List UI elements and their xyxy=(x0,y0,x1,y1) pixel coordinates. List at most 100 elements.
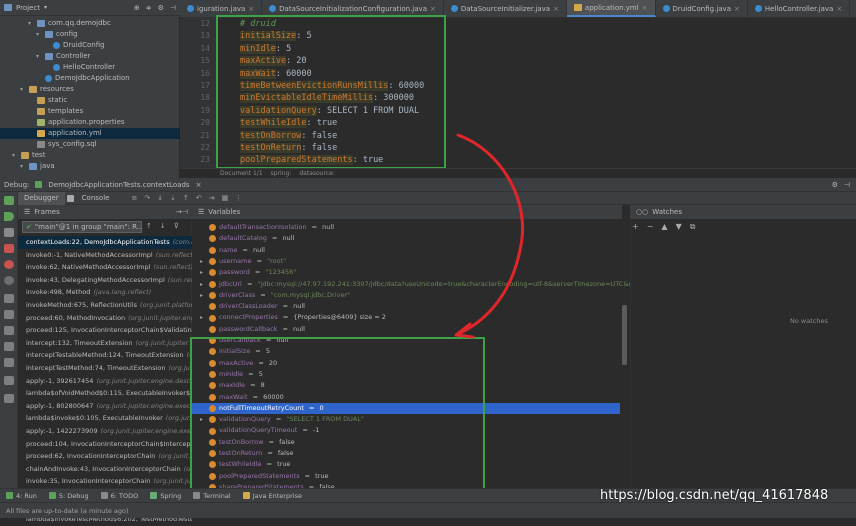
bottom-tool-button[interactable]: Terminal xyxy=(193,492,231,500)
stack-frame[interactable]: chainAndInvoke:43, InvocationInterceptor… xyxy=(18,463,192,476)
collapse-icon[interactable]: ≑ xyxy=(146,4,152,12)
tree-item[interactable]: HelloController xyxy=(0,62,180,73)
stack-frame[interactable]: lambda$invoke$0:105, ExecutableInvoker (o… xyxy=(18,412,192,425)
variable-row[interactable]: ▸ connectProperties = {Properties@6409} s… xyxy=(200,312,386,323)
resume-icon[interactable] xyxy=(4,212,14,221)
run-to-cursor-icon[interactable]: ⇥ xyxy=(209,194,215,202)
expand-icon[interactable]: ▸ xyxy=(200,256,206,267)
close-icon[interactable]: × xyxy=(836,5,842,13)
close-icon[interactable]: × xyxy=(642,4,648,12)
tree-item[interactable]: templates xyxy=(0,106,180,117)
variable-row[interactable]: ▸ username = "root" xyxy=(200,256,286,267)
tree-item[interactable]: ▾ test xyxy=(0,150,180,161)
tree-item[interactable]: ▾ resources xyxy=(0,84,180,95)
gear-icon[interactable]: ⚙ xyxy=(158,4,164,12)
stack-frame[interactable]: contextLoads:22, DemoJdbcApplicationTest… xyxy=(18,236,192,249)
restore-layout-icon[interactable] xyxy=(4,326,14,335)
tab-debugger[interactable]: Debugger xyxy=(18,191,65,205)
stack-frame[interactable]: lambda$ofVoidMethod$0:115, ExecutableInv… xyxy=(18,387,192,400)
editor-tab[interactable]: HelloController.java × xyxy=(748,0,851,17)
stack-frame[interactable]: proceed:62, InvocationInterceptorChain (o… xyxy=(18,450,192,463)
bottom-tool-button[interactable]: 4: Run xyxy=(6,492,37,500)
stack-frame[interactable]: invokeMethod:675, ReflectionUtils (org.ju… xyxy=(18,299,192,312)
stack-frame[interactable]: apply:-1, 1422273909 (org.junit.jupiter.e… xyxy=(18,425,192,438)
step-over-icon[interactable]: ↷ xyxy=(144,194,150,202)
variable-row[interactable]: name = null xyxy=(200,245,265,256)
rerun-icon[interactable] xyxy=(4,196,14,205)
settings-icon[interactable] xyxy=(4,342,14,351)
tree-item[interactable]: ▾ java xyxy=(0,161,180,172)
bottom-tool-button[interactable]: 5: Debug xyxy=(48,492,89,500)
breadcrumb-spring[interactable]: spring: xyxy=(271,170,292,177)
step-into-icon[interactable]: ↓ xyxy=(157,194,163,202)
variable-row[interactable]: defaultTransactionIsolation = null xyxy=(200,222,334,233)
chevron-icon[interactable]: ▾ xyxy=(12,150,18,161)
expand-icon[interactable]: ▸ xyxy=(200,267,206,278)
close-icon[interactable]: × xyxy=(553,5,559,13)
bottom-tool-button[interactable]: Spring xyxy=(150,492,181,500)
variable-row[interactable]: defaultCatalog = null xyxy=(200,233,294,244)
mute-breakpoints-icon[interactable] xyxy=(4,276,14,285)
editor-tab[interactable]: DataSourceInitializer.java × xyxy=(444,0,567,17)
tree-item[interactable]: ▾ config xyxy=(0,29,180,40)
variable-row[interactable]: ▸ password = "123456" xyxy=(200,267,296,278)
hide-icon[interactable]: ⊣ xyxy=(170,4,176,12)
chevron-icon[interactable]: ▾ xyxy=(36,51,42,62)
move-up-icon[interactable]: ▲ xyxy=(661,222,667,232)
close-icon[interactable] xyxy=(4,376,14,385)
stack-frame[interactable]: interceptTestMethod:74, TimeoutExtension… xyxy=(18,362,192,375)
globe-icon[interactable]: ⊕ xyxy=(134,4,140,12)
stack-frame[interactable]: invoke:498, Method (java.lang.reflect) xyxy=(18,286,192,299)
stack-frame[interactable]: proceed:125, InvocationInterceptorChain$… xyxy=(18,324,192,337)
pause-icon[interactable] xyxy=(4,228,14,237)
down-icon[interactable]: ↓ xyxy=(160,222,166,230)
stop-icon[interactable] xyxy=(4,244,14,253)
help-icon[interactable] xyxy=(4,394,14,403)
show-execution-point-icon[interactable]: ≡ xyxy=(131,194,137,202)
chevron-icon[interactable]: ▾ xyxy=(28,18,34,29)
expand-icon[interactable]: ▸ xyxy=(200,290,206,301)
evaluate-expression-icon[interactable]: ▦ xyxy=(222,194,229,202)
step-out-icon[interactable]: ↑ xyxy=(183,194,189,202)
chevron-icon[interactable]: ▾ xyxy=(20,161,26,172)
stack-frame[interactable]: invoke:62, NativeMethodAccessorImpl (sun.… xyxy=(18,261,192,274)
variable-row[interactable]: passwordCallback = null xyxy=(200,324,305,335)
remove-watch-icon[interactable]: − xyxy=(647,222,654,232)
stack-frame[interactable]: proceed:104, InvocationInterceptorChain$… xyxy=(18,438,192,451)
chevron-down-icon[interactable]: ▾ xyxy=(44,4,47,11)
stack-frame[interactable]: intercept:132, TimeoutExtension (org.juni… xyxy=(18,337,192,350)
split-icon[interactable]: →⊣ xyxy=(176,208,192,216)
close-icon[interactable]: × xyxy=(734,5,740,13)
tree-item[interactable]: ▾ com.qq.demojdbc xyxy=(0,18,180,29)
tree-item[interactable]: ▾ Controller xyxy=(0,51,180,62)
chevron-icon[interactable]: ▾ xyxy=(36,29,42,40)
stack-frame[interactable]: interceptTestableMethod:124, TimeoutExte… xyxy=(18,349,192,362)
bottom-tool-button[interactable]: 6: TODO xyxy=(100,492,138,500)
tree-item[interactable]: sys_config.sql xyxy=(0,139,180,150)
tree-item[interactable]: application.yml xyxy=(0,128,180,139)
view-breakpoints-icon[interactable] xyxy=(4,260,14,269)
expand-icon[interactable]: ▸ xyxy=(200,312,206,323)
camera-icon[interactable] xyxy=(4,310,14,319)
hide-icon[interactable]: ⊣ xyxy=(844,181,850,189)
move-down-icon[interactable]: ▼ xyxy=(676,222,682,232)
chevron-icon[interactable]: ▾ xyxy=(20,84,26,95)
close-icon[interactable]: × xyxy=(430,5,436,13)
variable-row[interactable]: ▸ driverClass = "com.mysql.jdbc.Driver" xyxy=(200,290,350,301)
copy-icon[interactable]: ⧉ xyxy=(690,222,696,232)
stack-frame[interactable]: proceed:60, MethodInvocation (org.junit.j… xyxy=(18,312,192,325)
run-config-name[interactable]: DemoJdbcApplicationTests.contextLoads xyxy=(48,181,189,189)
tree-item[interactable]: DemoJdbcApplication xyxy=(0,73,180,84)
drop-frame-icon[interactable]: ↶ xyxy=(196,194,202,202)
stack-frame[interactable]: invoke:43, DelegatingMethodAccessorImpl(… xyxy=(18,274,192,287)
breadcrumb-document[interactable]: Document 1/1 xyxy=(220,170,263,177)
close-icon[interactable]: × xyxy=(196,181,202,189)
editor-tab[interactable]: DruidConfig.java × xyxy=(656,0,748,17)
thread-selector[interactable]: ✔ "main"@1 in group "main": R... xyxy=(22,221,142,233)
expand-icon[interactable]: ▸ xyxy=(200,279,206,290)
stack-frame[interactable]: invoke0:-1, NativeMethodAccessorImpl (sun… xyxy=(18,249,192,262)
breadcrumb-datasource[interactable]: datasource: xyxy=(299,170,334,177)
variable-row[interactable]: ▸ jdbcUrl = "jdbc:mysql://47.97.192.241:3… xyxy=(200,279,669,290)
up-icon[interactable]: ↑ xyxy=(146,222,152,230)
variable-row[interactable]: driverClassLoader = null xyxy=(200,301,305,312)
